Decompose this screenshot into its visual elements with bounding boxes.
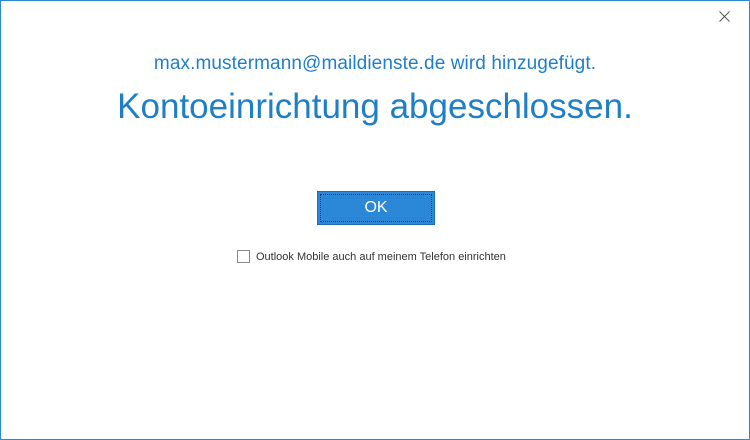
account-setup-dialog: max.mustermann@maildienste.de wird hinzu… — [0, 0, 750, 440]
outlook-mobile-checkbox[interactable] — [237, 250, 250, 263]
outlook-mobile-option[interactable]: Outlook Mobile auch auf meinem Telefon e… — [237, 250, 506, 263]
setup-complete-title: Kontoeinrichtung abgeschlossen. — [117, 87, 633, 126]
outlook-mobile-checkbox-label[interactable]: Outlook Mobile auch auf meinem Telefon e… — [256, 251, 506, 263]
close-icon — [718, 10, 730, 22]
adding-account-subtitle: max.mustermann@maildienste.de wird hinzu… — [153, 53, 597, 74]
ok-button[interactable]: OK — [317, 191, 435, 225]
close-button[interactable] — [709, 5, 739, 27]
